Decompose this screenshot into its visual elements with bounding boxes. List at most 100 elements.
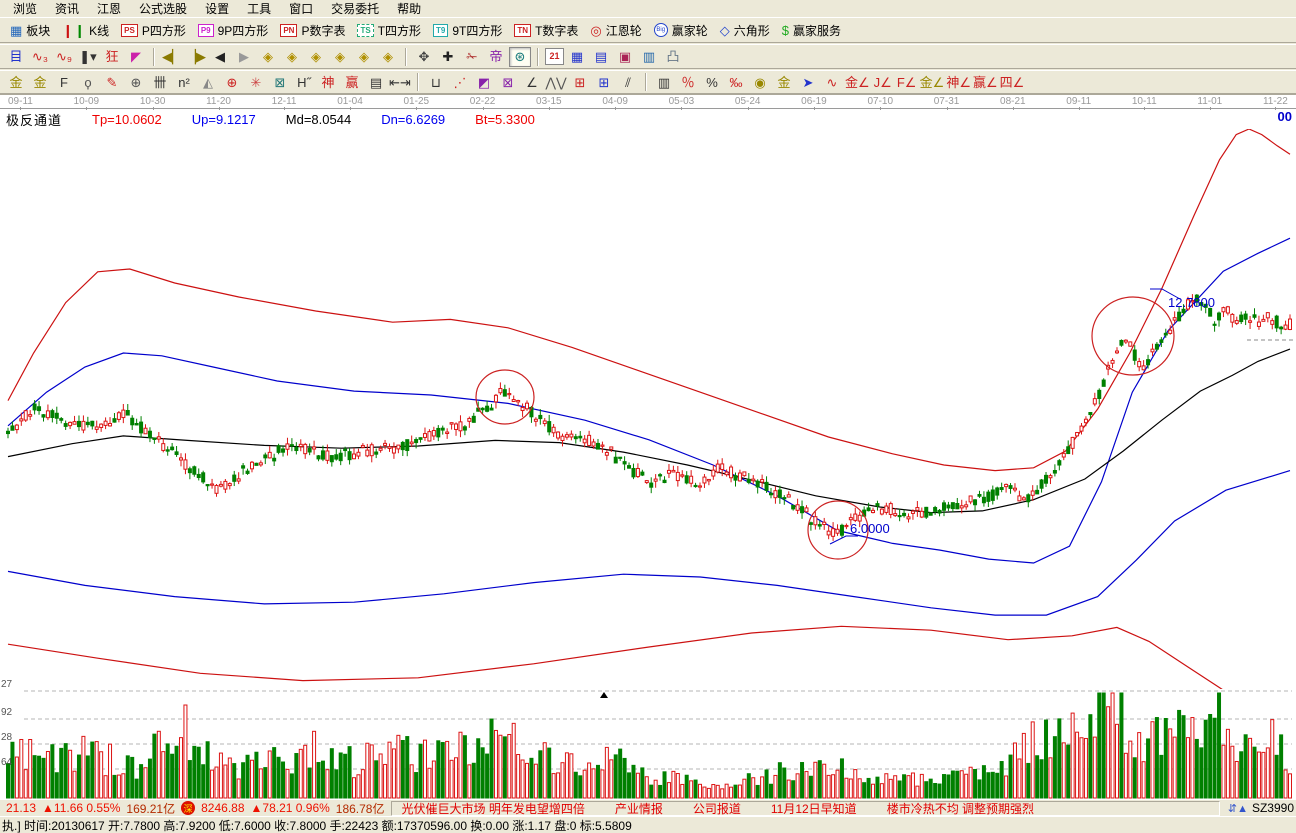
kuang-pattern-icon[interactable]: 狂 — [101, 47, 123, 67]
brain-icon[interactable]: ⊛ — [509, 47, 531, 67]
menu-item-window[interactable]: 窗口 — [280, 0, 322, 18]
tool-p-square[interactable]: PSP四方形 — [115, 20, 192, 41]
gold2-angle-icon[interactable]: 金∠ — [920, 72, 945, 92]
fib-tool-icon[interactable]: F — [53, 72, 75, 92]
percent-icon[interactable]: % — [701, 72, 723, 92]
tool-p9-square[interactable]: P99P四方形 — [192, 20, 274, 41]
trend-angles-icon[interactable]: ∠ — [521, 72, 543, 92]
menu-item-settings[interactable]: 设置 — [196, 0, 238, 18]
gold-angle-icon[interactable]: 金∠ — [845, 72, 870, 92]
wave-9-icon[interactable]: ∿₉ — [53, 47, 75, 67]
h-marks-icon[interactable]: Н˝ — [293, 72, 315, 92]
tool-t-square[interactable]: TST四方形 — [351, 20, 427, 41]
fan-rays-icon[interactable]: ⋰ — [449, 72, 471, 92]
parallel-icon[interactable]: ⫽ — [617, 72, 639, 92]
tick-ruler-icon[interactable]: 卌 — [149, 72, 171, 92]
candle-style-icon[interactable]: ❚▾ — [77, 47, 99, 67]
notepad-icon[interactable]: ▤ — [590, 47, 612, 67]
gold-levels-icon[interactable]: 金 — [773, 72, 795, 92]
fan-area-icon[interactable]: ◩ — [473, 72, 495, 92]
marker-flag-icon[interactable]: ▲ — [1237, 803, 1248, 815]
gann-emblem-icon[interactable]: 帝 — [485, 47, 507, 67]
printer-icon[interactable]: 凸 — [662, 47, 684, 67]
diamond-right-icon[interactable]: ◈ — [281, 47, 303, 67]
sine-cycle-icon[interactable]: ∿ — [821, 72, 843, 92]
sz-index-change: ▲78.21 0.96% — [251, 801, 330, 815]
j-angle-icon[interactable]: J∠ — [872, 72, 894, 92]
news-item-news-2[interactable]: 产业情报 — [615, 801, 663, 816]
fan-grid-icon[interactable]: ⊠ — [497, 72, 519, 92]
flag-chart-icon[interactable]: ◤ — [125, 47, 147, 67]
tool-sector[interactable]: ▦板块 — [4, 20, 56, 41]
diamond-compress-icon[interactable]: ◈ — [329, 47, 351, 67]
save-disk-icon[interactable]: ▣ — [614, 47, 636, 67]
snip-icon[interactable]: ✁ — [461, 47, 483, 67]
last-bar-icon[interactable]: ▕▶ — [185, 47, 207, 67]
news-item-news-1[interactable]: 光伏催巨大市场 明年发电望增四倍 — [402, 801, 585, 816]
tool-hexagon[interactable]: ◇六角形 — [714, 20, 776, 41]
news-item-news-5[interactable]: 楼市冷热不均 调整预期强烈 — [887, 801, 1034, 816]
gold-section-icon[interactable]: 金 — [5, 72, 27, 92]
menu-item-formula-pick[interactable]: 公式选股 — [130, 0, 196, 18]
ruler-123-icon[interactable]: ▤ — [365, 72, 387, 92]
zigzag-icon[interactable]: ⋀⋁ — [545, 72, 567, 92]
spiral-tool-icon[interactable]: ϙ — [77, 72, 99, 92]
first-bar-icon[interactable]: ◀▏ — [161, 47, 183, 67]
width-measure-icon[interactable]: ⇤⇥ — [389, 72, 411, 92]
tool-kline[interactable]: ❙❙K线 — [56, 20, 115, 41]
shen-tool-icon[interactable]: 神 — [317, 72, 339, 92]
menu-item-news[interactable]: 资讯 — [46, 0, 88, 18]
menu-item-trade[interactable]: 交易委托 — [322, 0, 388, 18]
calculator-icon[interactable]: ▦ — [566, 47, 588, 67]
tool-winner-wheel-icon: Big — [654, 23, 668, 37]
menu-item-help[interactable]: 帮助 — [388, 0, 430, 18]
gold-ring-icon[interactable]: ◉ — [749, 72, 771, 92]
ying-tool-icon[interactable]: 赢 — [341, 72, 363, 92]
red-grid-icon[interactable]: ⊞ — [569, 72, 591, 92]
box-range-icon[interactable]: ⊔ — [425, 72, 447, 92]
wave-3-icon[interactable]: ∿₃ — [29, 47, 51, 67]
four-angle-icon[interactable]: 四∠ — [1000, 72, 1025, 92]
next-bar-icon[interactable]: ▶ — [233, 47, 255, 67]
prev-bar-icon[interactable]: ◀ — [209, 47, 231, 67]
star-burst-icon[interactable]: ✳ — [245, 72, 267, 92]
target-circle-icon[interactable]: ⊕ — [221, 72, 243, 92]
scroll-toggle-icon[interactable]: ⇵ — [1228, 803, 1237, 815]
f-angle-icon[interactable]: F∠ — [896, 72, 918, 92]
date-tick: 11-01 — [1197, 96, 1222, 108]
crosshair-icon[interactable]: ✚ — [437, 47, 459, 67]
percent-zone-icon[interactable]: ％ — [677, 72, 699, 92]
gold-section-2-icon[interactable]: 金 — [29, 72, 51, 92]
diamond-left-icon[interactable]: ◈ — [257, 47, 279, 67]
grid-target-icon[interactable]: ⊠ — [269, 72, 291, 92]
mirror-angle-icon[interactable]: ◭ — [197, 72, 219, 92]
price-grid-icon[interactable]: ⊞ — [593, 72, 615, 92]
tool-t9-square[interactable]: T99T四方形 — [427, 20, 508, 41]
n-square-icon[interactable]: n² — [173, 72, 195, 92]
volume-ladder-icon[interactable]: ▥ — [653, 72, 675, 92]
diamond-expand-h-icon[interactable]: ◈ — [305, 47, 327, 67]
hand-drag-icon[interactable]: ✥ — [413, 47, 435, 67]
brush-tool-icon[interactable]: ✎ — [101, 72, 123, 92]
export-data-icon[interactable]: ▥ — [638, 47, 660, 67]
ying-angle-icon[interactable]: 赢∠ — [973, 72, 998, 92]
tool-t-number[interactable]: TNT数字表 — [508, 20, 584, 41]
news-item-news-4[interactable]: 11月12日早知道 — [771, 801, 857, 816]
diamond-expand-icon[interactable]: ◈ — [377, 47, 399, 67]
tool-winner-service[interactable]: $赢家服务 — [776, 20, 847, 41]
news-item-news-3[interactable]: 公司报道 — [693, 801, 741, 816]
calendar-21-icon[interactable]: 21 — [545, 48, 564, 65]
cycle-circle-icon[interactable]: ⊕ — [125, 72, 147, 92]
tool-winner-wheel[interactable]: Big赢家轮 — [648, 20, 714, 41]
candlestick-chart[interactable] — [0, 95, 1296, 800]
shen-angle-icon[interactable]: 神∠ — [946, 72, 971, 92]
menu-item-tools[interactable]: 工具 — [238, 0, 280, 18]
menu-item-browse[interactable]: 浏览 — [4, 0, 46, 18]
percent-retrace-icon[interactable]: ‰ — [725, 72, 747, 92]
tool-p-number[interactable]: PNP数字表 — [274, 20, 351, 41]
menu-item-gann[interactable]: 江恩 — [88, 0, 130, 18]
diamond-star-icon[interactable]: ◈ — [353, 47, 375, 67]
tool-gann-wheel[interactable]: ◎江恩轮 — [584, 20, 647, 41]
doc-notes-icon[interactable]: 目 — [5, 47, 27, 67]
arrow-mark-icon[interactable]: ➤ — [797, 72, 819, 92]
